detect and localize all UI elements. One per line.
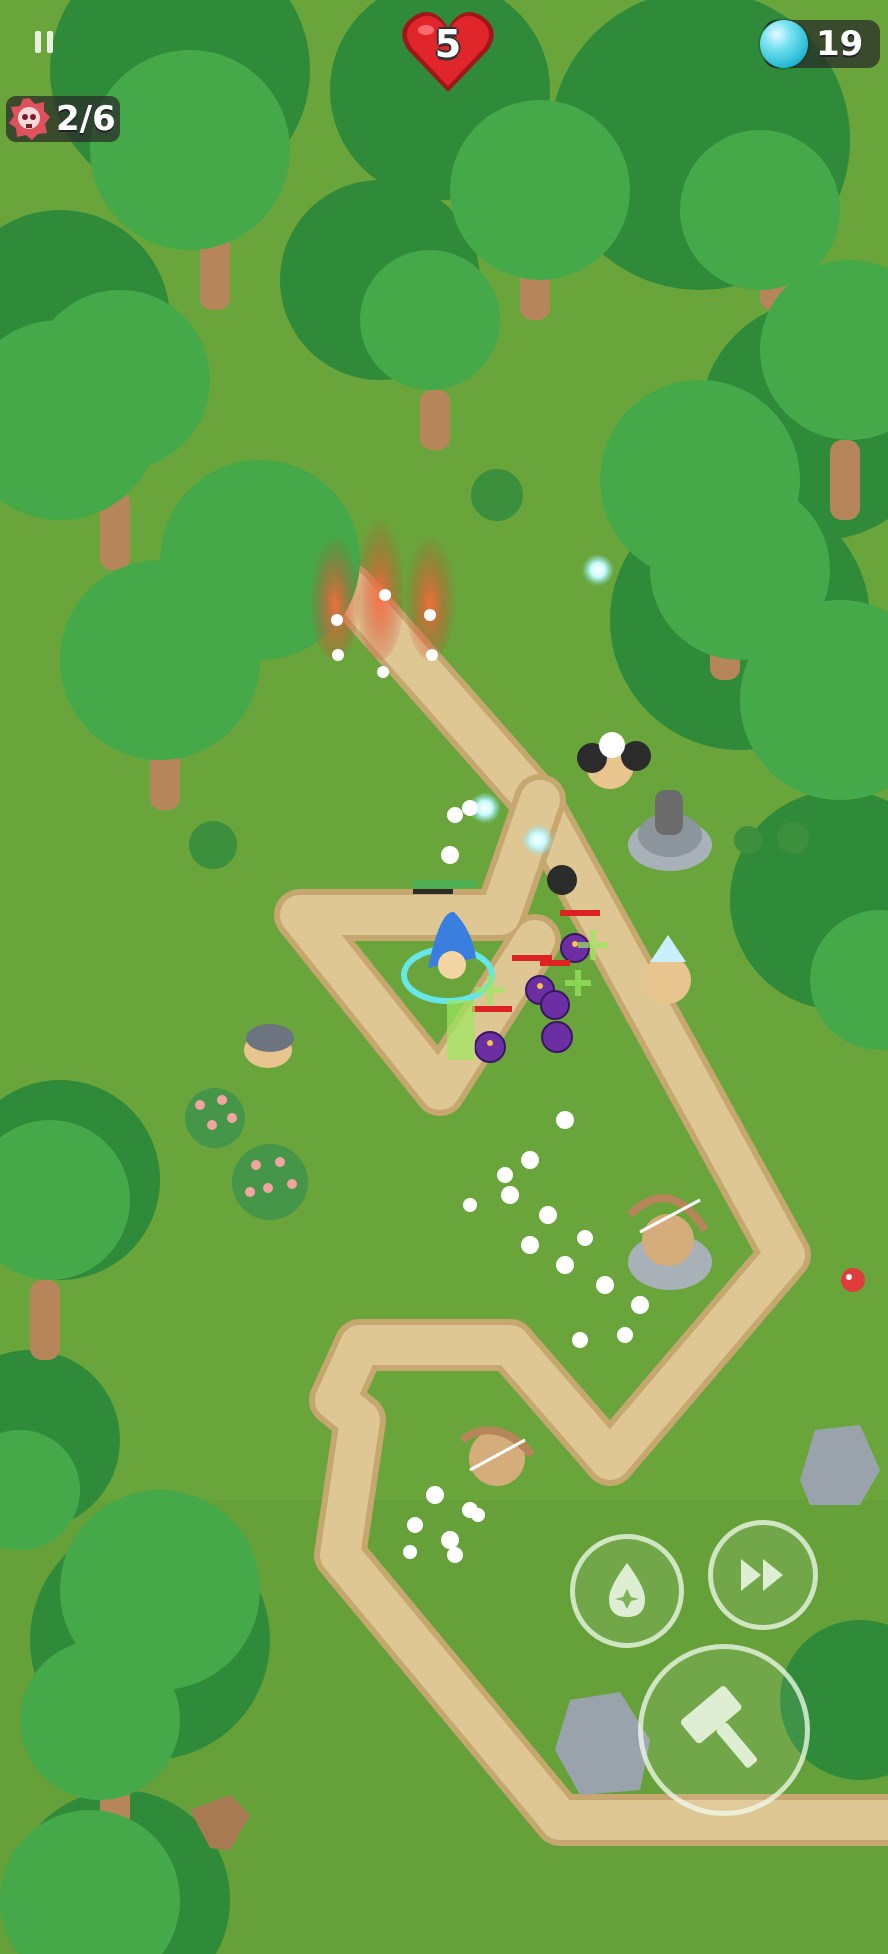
mushroom: [841, 1268, 865, 1292]
gem-count: 19: [816, 24, 864, 64]
fast-forward-button[interactable]: [708, 1520, 818, 1630]
wave-counter: 2/6: [6, 96, 120, 142]
enemy-spawn-fire: [309, 500, 456, 678]
skull-icon: [9, 98, 50, 140]
lives-indicator: 5: [400, 8, 496, 96]
wave-count: 2/6: [56, 99, 116, 139]
gem-icon: [760, 20, 808, 68]
lives-count: 5: [434, 22, 462, 66]
fast-forward-icon: [741, 1559, 783, 1591]
build-button[interactable]: [638, 1644, 810, 1816]
hammer-icon: [680, 1686, 758, 1768]
pause-icon: [35, 31, 41, 53]
pause-button[interactable]: [22, 20, 66, 64]
ability-button[interactable]: [570, 1534, 684, 1648]
gem-counter: 19: [760, 20, 880, 68]
unit-worker[interactable]: [244, 1024, 294, 1068]
water-drop-icon: [609, 1563, 645, 1617]
